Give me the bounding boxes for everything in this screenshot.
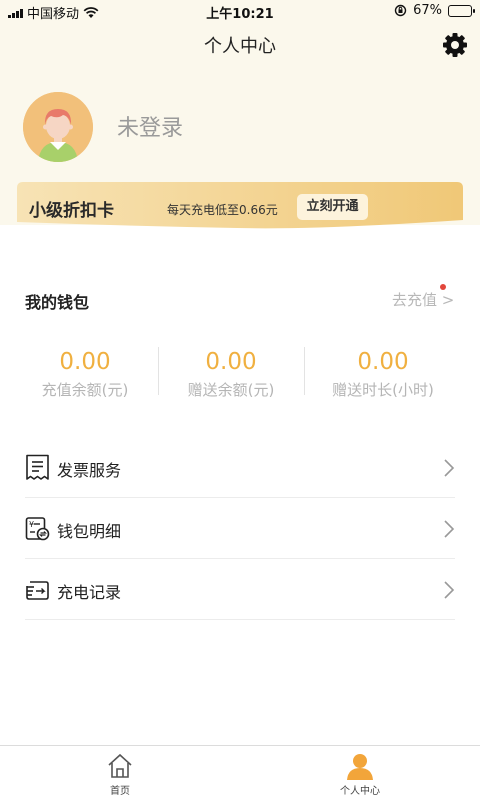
status-right: 67% xyxy=(394,3,475,18)
orientation-lock-icon xyxy=(394,4,407,17)
home-icon xyxy=(108,753,132,778)
stat-recharge-balance: 0.00 充值余额(元) xyxy=(12,348,158,400)
login-status[interactable]: 未登录 xyxy=(117,110,183,142)
menu-label: 发票服务 xyxy=(57,461,122,480)
chevron-right-icon xyxy=(444,581,455,599)
stat-value: 0.00 xyxy=(205,349,257,375)
battery-icon xyxy=(448,4,475,17)
stat-label: 充值余额(元) xyxy=(41,381,129,399)
wallet-title: 我的钱包 xyxy=(25,293,90,312)
chevron-right-icon xyxy=(444,459,455,477)
avatar-illustration xyxy=(23,92,93,162)
stat-divider xyxy=(304,347,305,395)
status-bar: 中国移动 上午10:21 67% xyxy=(0,0,480,22)
svg-text:¥: ¥ xyxy=(29,520,34,529)
chevron-right-icon xyxy=(444,520,455,538)
tab-bar: 首页 个人中心 xyxy=(0,745,480,800)
avatar[interactable] xyxy=(23,92,93,162)
battery-percent: 67% xyxy=(413,3,442,18)
discount-card[interactable]: 小级折扣卡 每天充电低至0.66元 立刻开通 xyxy=(17,182,463,230)
stat-label: 赠送时长(小时) xyxy=(332,381,434,399)
tab-home[interactable]: 首页 xyxy=(60,746,180,800)
tab-label: 首页 xyxy=(110,786,130,797)
menu-item-invoice[interactable]: 发票服务 xyxy=(25,437,455,498)
stat-value: 0.00 xyxy=(357,349,409,375)
user-icon xyxy=(347,754,373,780)
invoice-icon xyxy=(26,454,49,480)
page-title: 个人中心 xyxy=(204,36,276,57)
discount-card-title: 小级折扣卡 xyxy=(29,201,114,221)
menu-item-charge-record[interactable]: 充电记录 xyxy=(25,559,455,620)
discount-card-description: 每天充电低至0.66元 xyxy=(167,203,278,217)
menu-label: 钱包明细 xyxy=(57,522,122,541)
stat-bonus-balance: 0.00 赠送余额(元) xyxy=(158,348,304,400)
stat-value: 0.00 xyxy=(59,349,111,375)
stat-label: 赠送余额(元) xyxy=(187,381,275,399)
gear-icon[interactable] xyxy=(441,31,469,59)
notification-dot xyxy=(440,284,446,290)
tab-profile[interactable]: 个人中心 xyxy=(300,746,420,800)
charge-record-icon xyxy=(26,581,49,600)
menu-label: 充电记录 xyxy=(57,583,122,602)
wallet-detail-icon: ¥ xyxy=(25,517,50,541)
recharge-link[interactable]: 去充值 > xyxy=(392,289,454,310)
activate-button[interactable]: 立刻开通 xyxy=(297,194,368,220)
stat-bonus-hours: 0.00 赠送时长(小时) xyxy=(310,348,456,400)
tab-label: 个人中心 xyxy=(340,786,380,797)
menu-item-wallet-detail[interactable]: ¥ 钱包明细 xyxy=(25,498,455,559)
